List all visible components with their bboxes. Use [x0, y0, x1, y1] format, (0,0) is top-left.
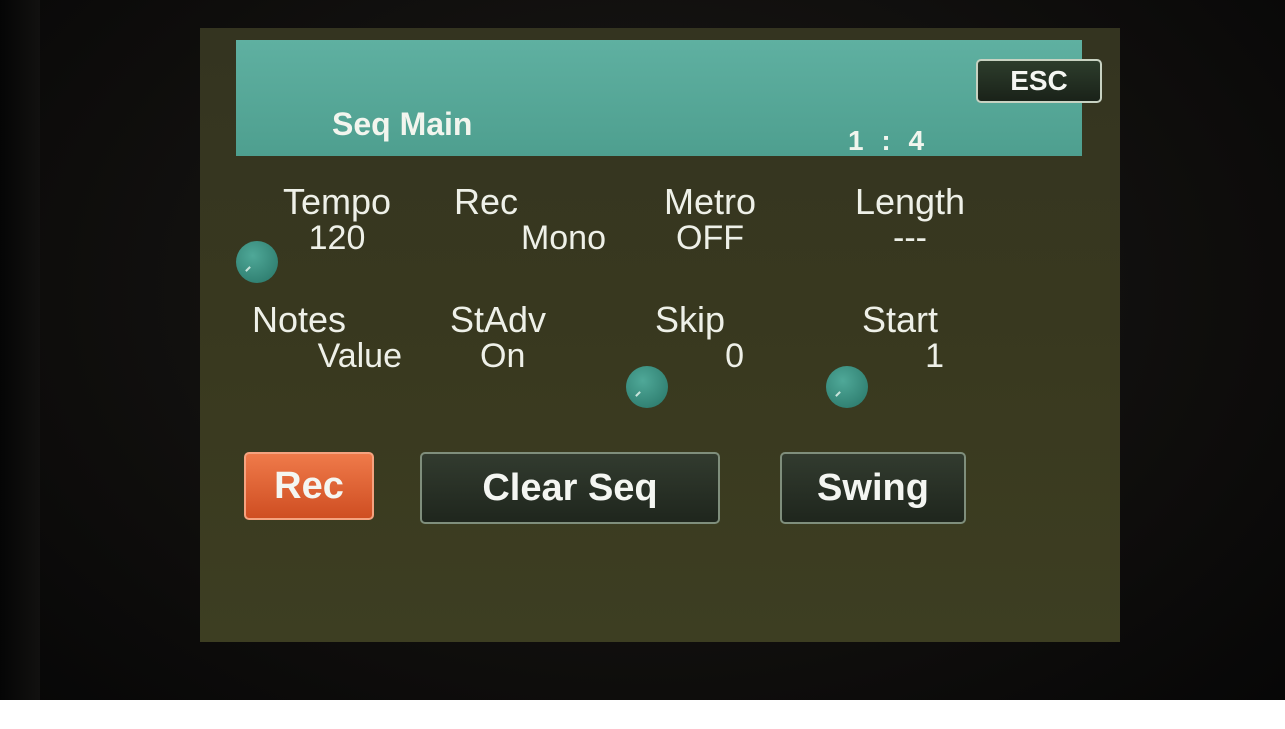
- rec-button[interactable]: Rec: [244, 452, 374, 520]
- tempo-knob[interactable]: [236, 241, 278, 283]
- clear-seq-button[interactable]: Clear Seq: [420, 452, 720, 524]
- param-stadv-value: On: [480, 337, 526, 375]
- header-bar: Seq Main 1 : 4 ESC: [236, 40, 1102, 156]
- skip-knob[interactable]: [626, 366, 668, 408]
- param-tempo-label: Tempo: [282, 181, 392, 222]
- device-screen: Seq Main 1 : 4 ESC Tempo 120 Rec Mono Me…: [200, 28, 1120, 642]
- param-notes-label: Notes: [252, 299, 347, 340]
- param-length-label: Length: [854, 181, 966, 222]
- param-stadv[interactable]: StAdv On: [450, 299, 590, 375]
- param-rec-label: Rec: [454, 181, 519, 222]
- esc-button[interactable]: ESC: [976, 59, 1102, 103]
- param-skip-label: Skip: [654, 299, 726, 340]
- param-notes-value: Value: [317, 337, 402, 375]
- start-knob[interactable]: [826, 366, 868, 408]
- param-notes[interactable]: Notes Value: [252, 299, 402, 375]
- param-tempo[interactable]: Tempo 120: [262, 181, 412, 257]
- param-metro-value: OFF: [676, 219, 744, 257]
- param-length[interactable]: Length ---: [830, 181, 990, 257]
- page-title: Seq Main: [332, 106, 473, 142]
- param-metro[interactable]: Metro OFF: [640, 181, 780, 257]
- swing-button[interactable]: Swing: [780, 452, 966, 524]
- param-tempo-value: 120: [308, 219, 366, 257]
- param-length-value: ---: [893, 219, 927, 257]
- param-start-label: Start: [861, 299, 939, 340]
- param-rec[interactable]: Rec Mono: [446, 181, 606, 257]
- param-stadv-label: StAdv: [450, 299, 547, 340]
- device-bezel: [0, 0, 40, 729]
- frame-bottom-edge: [0, 700, 1285, 729]
- param-skip[interactable]: Skip 0: [630, 299, 750, 375]
- param-start[interactable]: Start 1: [830, 299, 970, 375]
- param-metro-label: Metro: [663, 181, 757, 222]
- sequence-position: 1 : 4: [848, 125, 925, 156]
- param-rec-value: Mono: [520, 219, 606, 257]
